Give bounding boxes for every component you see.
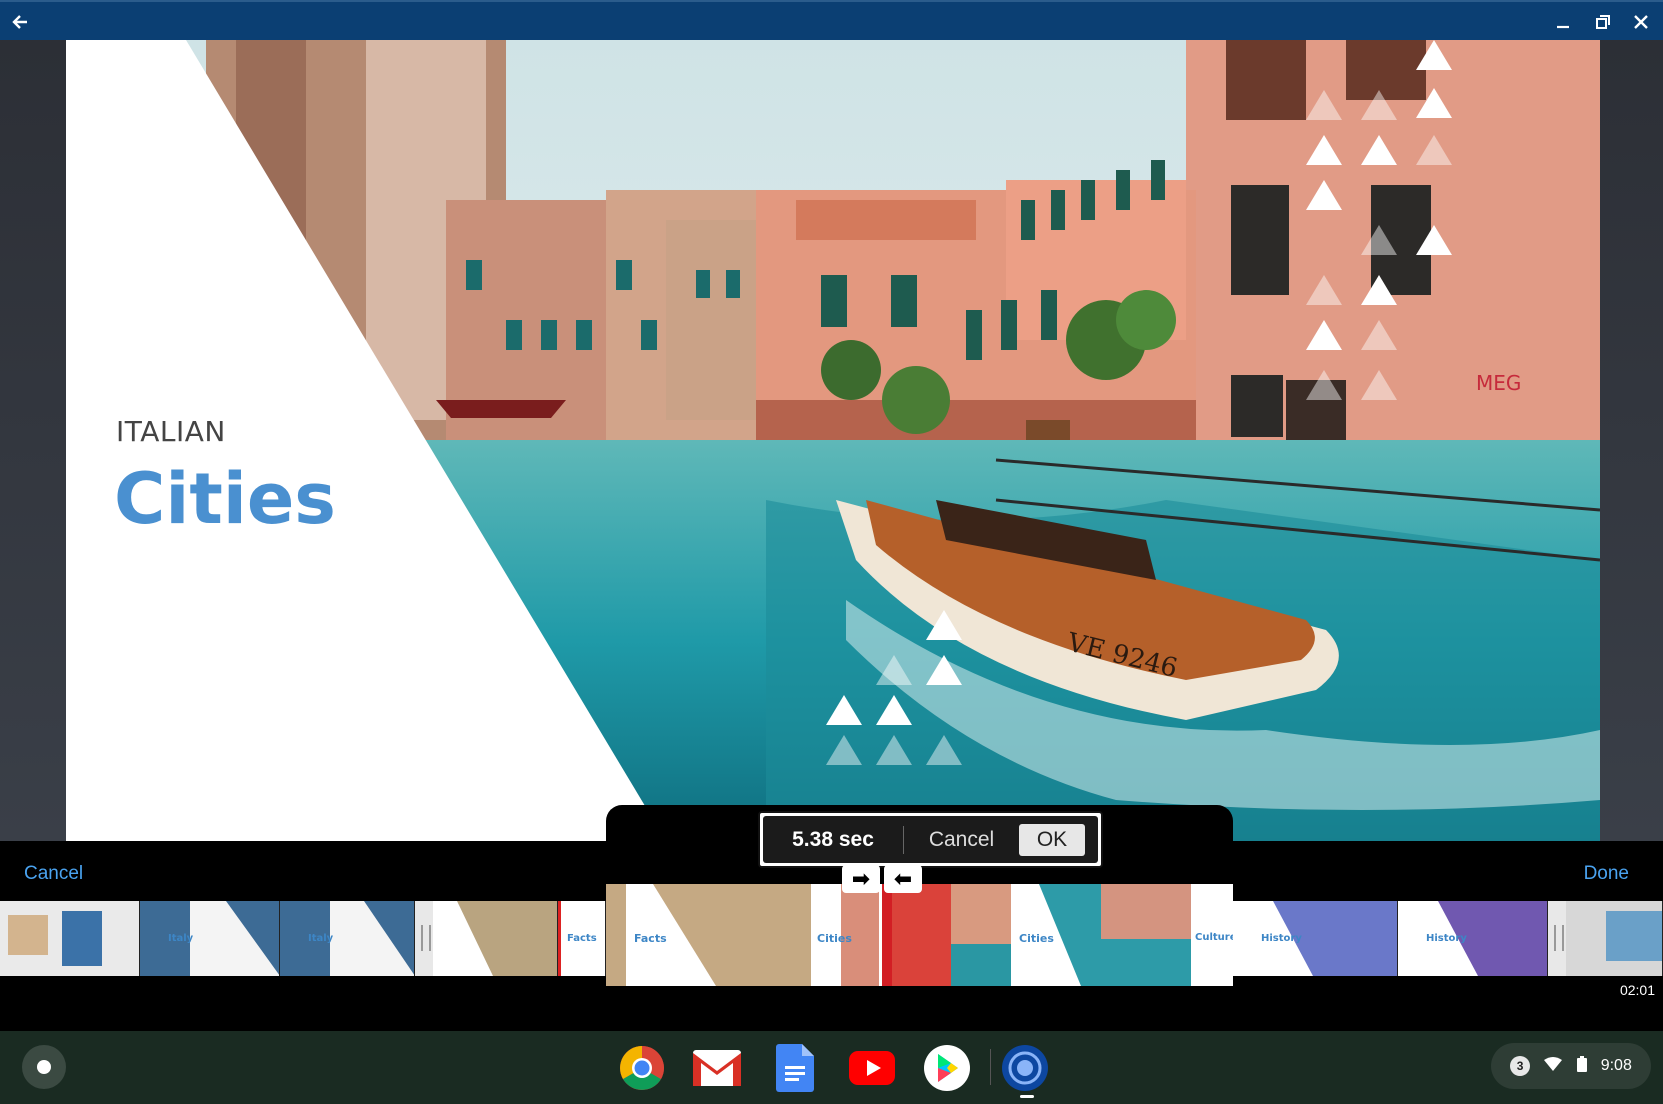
trim-cancel-button[interactable]: Cancel xyxy=(904,828,1019,852)
title-bar xyxy=(0,0,1663,40)
trim-thumb[interactable]: Culture xyxy=(1191,884,1233,986)
maximize-icon[interactable] xyxy=(1583,2,1623,42)
done-button[interactable]: Done xyxy=(1584,863,1629,885)
timeline-drag-handle[interactable] xyxy=(1548,901,1566,976)
trim-controls: 5.38 sec Cancel OK xyxy=(758,811,1103,868)
screen-recorder-icon[interactable] xyxy=(1000,1043,1050,1093)
notification-badge: 3 xyxy=(1510,1056,1531,1076)
wifi-icon xyxy=(1544,1056,1563,1076)
timeline-thumb[interactable]: History xyxy=(1398,901,1548,976)
trim-thumb[interactable]: Cities xyxy=(811,884,879,986)
trim-clip-strip[interactable]: Facts Cities Cities Culture xyxy=(606,884,1233,986)
launcher-button[interactable] xyxy=(22,1045,66,1089)
timeline-drag-handle[interactable] xyxy=(415,901,433,976)
timeline-thumb[interactable]: Italy xyxy=(280,901,415,976)
trim-thumb[interactable]: Facts xyxy=(606,884,811,986)
trim-selection[interactable] xyxy=(879,884,951,986)
battery-icon xyxy=(1576,1055,1587,1077)
slide-preview-area: VE 9246 MEG ITALIAN Cities xyxy=(0,40,1663,841)
play-store-icon[interactable] xyxy=(922,1043,972,1093)
trim-thumb[interactable] xyxy=(951,884,1011,986)
timeline-thumb[interactable]: Italy xyxy=(140,901,280,976)
slide-preview: VE 9246 MEG ITALIAN Cities xyxy=(66,40,1600,841)
close-icon[interactable] xyxy=(1621,2,1661,42)
trim-duration: 5.38 sec xyxy=(792,827,874,851)
timeline-thumb[interactable] xyxy=(1566,901,1663,976)
gmail-icon[interactable] xyxy=(692,1043,742,1093)
shelf: 3 9:08 xyxy=(0,1031,1663,1104)
timeline-thumb[interactable] xyxy=(0,901,140,976)
timeline-thumb[interactable]: Facts xyxy=(558,901,606,976)
venice-canal-photo: VE 9246 MEG xyxy=(66,40,1600,841)
youtube-icon[interactable] xyxy=(847,1043,897,1093)
docs-icon[interactable] xyxy=(770,1043,820,1093)
trim-ok-button[interactable]: OK xyxy=(1019,823,1085,856)
minimize-icon[interactable] xyxy=(1543,2,1583,42)
chrome-icon[interactable] xyxy=(617,1043,667,1093)
clock: 9:08 xyxy=(1600,1057,1632,1074)
back-arrow-icon[interactable] xyxy=(0,2,40,42)
wall-graffiti: MEG xyxy=(1476,371,1521,395)
slide-title: Cities xyxy=(114,458,336,540)
slide-subtitle: ITALIAN xyxy=(116,415,226,448)
cancel-button[interactable]: Cancel xyxy=(24,863,83,885)
shelf-divider xyxy=(990,1049,991,1085)
timeline-thumb[interactable] xyxy=(433,901,558,976)
status-tray[interactable]: 3 9:08 xyxy=(1491,1043,1651,1089)
trim-extend-right-button[interactable]: ➡ xyxy=(842,865,880,893)
trim-thumb[interactable]: Cities xyxy=(1011,884,1191,986)
active-app-indicator xyxy=(1020,1095,1034,1098)
trim-extend-left-button[interactable]: ⬅ xyxy=(884,865,922,893)
total-duration: 02:01 xyxy=(1619,982,1655,998)
timeline-thumb[interactable]: History xyxy=(1233,901,1398,976)
